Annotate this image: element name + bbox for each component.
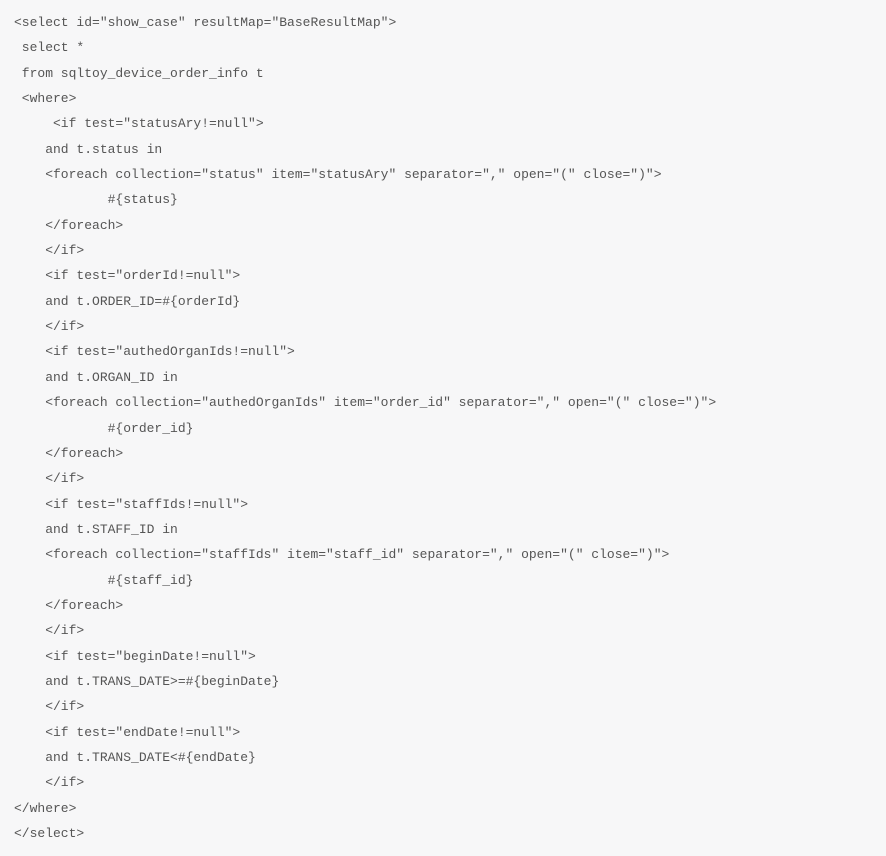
code-line: <if test="endDate!=null">: [14, 725, 240, 740]
code-line: and t.TRANS_DATE>=#{beginDate}: [14, 674, 279, 689]
code-line: </if>: [14, 699, 84, 714]
code-line: </where>: [14, 801, 76, 816]
code-line: </if>: [14, 319, 84, 334]
code-line: </if>: [14, 623, 84, 638]
code-line: </if>: [14, 775, 84, 790]
code-line: <where>: [14, 91, 76, 106]
code-line: and t.status in: [14, 142, 170, 157]
code-line: <if test="authedOrganIds!=null">: [14, 344, 295, 359]
code-line: </select>: [14, 826, 84, 841]
code-line: from sqltoy_device_order_info t: [14, 66, 264, 81]
code-line: </foreach>: [14, 446, 139, 461]
code-line: select *: [14, 40, 84, 55]
code-line: and t.ORDER_ID=#{orderId}: [14, 294, 240, 309]
code-line: <foreach collection="status" item="statu…: [14, 167, 677, 182]
code-line: <if test="orderId!=null">: [14, 268, 240, 283]
code-line: and t.TRANS_DATE<#{endDate}: [14, 750, 256, 765]
code-line: <if test="statusAry!=null">: [14, 116, 264, 131]
code-block: <select id="show_case" resultMap="BaseRe…: [14, 10, 872, 846]
code-line: <foreach collection="staffIds" item="sta…: [14, 547, 685, 562]
code-line: </foreach>: [14, 598, 139, 613]
code-line: and t.ORGAN_ID in: [14, 370, 178, 385]
code-line: #{staff_id}: [14, 573, 209, 588]
code-line: <if test="beginDate!=null">: [14, 649, 256, 664]
code-line: </if>: [14, 471, 84, 486]
code-line: <foreach collection="authedOrganIds" ite…: [14, 395, 732, 410]
code-line: and t.STAFF_ID in: [14, 522, 178, 537]
code-line: <if test="staffIds!=null">: [14, 497, 248, 512]
code-line: #{order_id}: [14, 421, 209, 436]
code-line: </if>: [14, 243, 84, 258]
code-line: </foreach>: [14, 218, 139, 233]
code-line: #{status}: [14, 192, 193, 207]
code-line: <select id="show_case" resultMap="BaseRe…: [14, 15, 396, 30]
